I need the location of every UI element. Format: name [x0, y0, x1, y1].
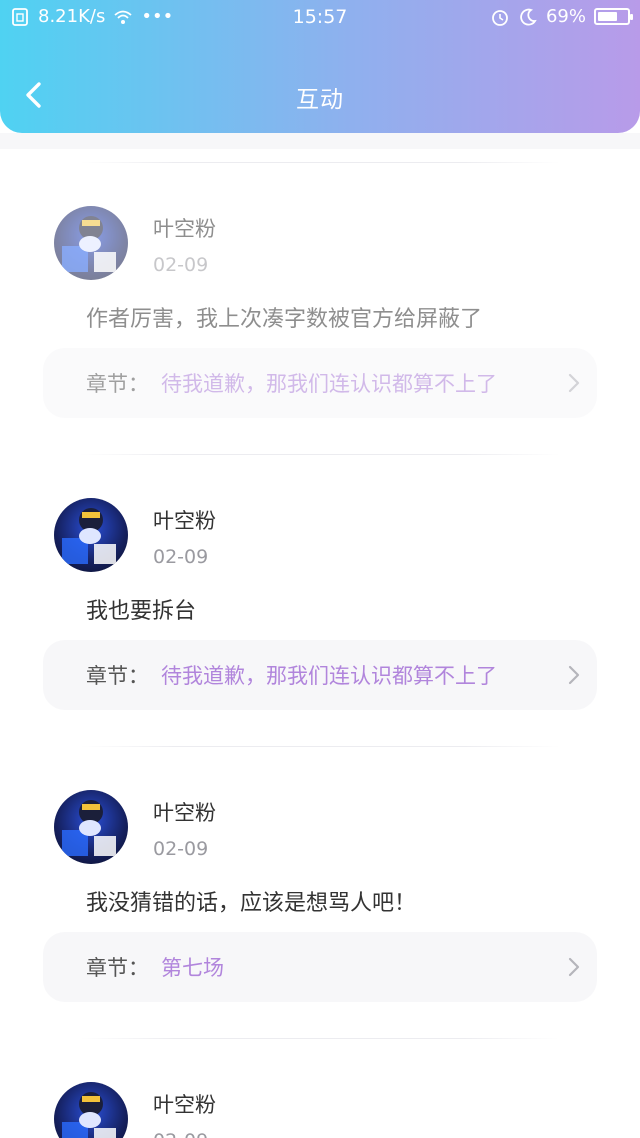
robot-avatar-icon: [62, 800, 116, 856]
chapter-link[interactable]: 章节： 第七场: [43, 932, 597, 1002]
username: 叶空粉: [153, 217, 216, 241]
username: 叶空粉: [153, 801, 216, 825]
username: 叶空粉: [153, 509, 216, 533]
chapter-link[interactable]: 章节： 待我道歉，那我们连认识都算不上了: [43, 348, 597, 418]
moon-icon: [520, 8, 537, 25]
comment-date: 02-09: [153, 1130, 208, 1138]
comment-card[interactable]: 叶空粉 02-09 我也要拆台 章节： 待我道歉，那我们连认识都算不上了: [0, 454, 640, 746]
chevron-right-icon: [568, 957, 580, 977]
comment-text: 作者厉害，我上次凑字数被官方给屏蔽了: [86, 307, 483, 332]
chapter-link[interactable]: 章节： 待我道歉，那我们连认识都算不上了: [43, 640, 597, 710]
chevron-right-icon: [568, 373, 580, 393]
robot-avatar-icon: [62, 508, 116, 564]
battery-icon: [594, 8, 633, 25]
avatar[interactable]: [54, 790, 128, 864]
card-divider: [80, 1038, 560, 1039]
alarm-icon: [492, 9, 508, 26]
comment-date: 02-09: [153, 254, 209, 276]
chapter-label: 章节：: [86, 956, 149, 980]
comment-card[interactable]: 叶空粉 02-09 作者厉害，我上次凑字数被官方给屏蔽了 章节： 待我道歉，那我…: [0, 162, 640, 454]
chapter-title: 第七场: [161, 956, 224, 980]
comment-text: 我也要拆台: [86, 599, 197, 624]
status-bar-right: 69%: [490, 6, 633, 27]
chapter-title: 待我道歉，那我们连认识都算不上了: [161, 372, 497, 396]
chapter-label: 章节：: [86, 664, 149, 688]
status-bar: 8.21K/s ••• 15:57 69%: [0, 0, 640, 36]
comment-date: 02-09: [153, 546, 209, 568]
card-divider: [80, 746, 560, 747]
avatar[interactable]: [54, 1082, 128, 1138]
list-top-shade: [0, 133, 640, 149]
chapter-title: 待我道歉，那我们连认识都算不上了: [161, 664, 497, 688]
comment-text: 我没猜错的话，应该是想骂人吧！: [86, 891, 417, 916]
comment-card[interactable]: 叶空粉 02-09 我没猜错的话，应该是想骂人吧！ 章节： 第七场: [0, 746, 640, 1038]
avatar[interactable]: [54, 498, 128, 572]
app-header: 8.21K/s ••• 15:57 69% 互动: [0, 0, 640, 133]
robot-avatar-icon: [62, 1092, 116, 1138]
username: 叶空粉: [153, 1093, 216, 1117]
chevron-right-icon: [568, 665, 580, 685]
battery-level-fill: [598, 12, 618, 21]
page-title: 互动: [296, 87, 344, 113]
comment-date: 02-09: [153, 838, 209, 860]
battery-percent: 69%: [545, 6, 586, 27]
avatar[interactable]: [54, 206, 128, 280]
card-divider: [80, 162, 560, 163]
comment-card[interactable]: 叶空粉 02-09: [0, 1038, 640, 1138]
card-divider: [80, 454, 560, 455]
chapter-label: 章节：: [86, 372, 149, 396]
robot-avatar-icon: [62, 216, 116, 272]
